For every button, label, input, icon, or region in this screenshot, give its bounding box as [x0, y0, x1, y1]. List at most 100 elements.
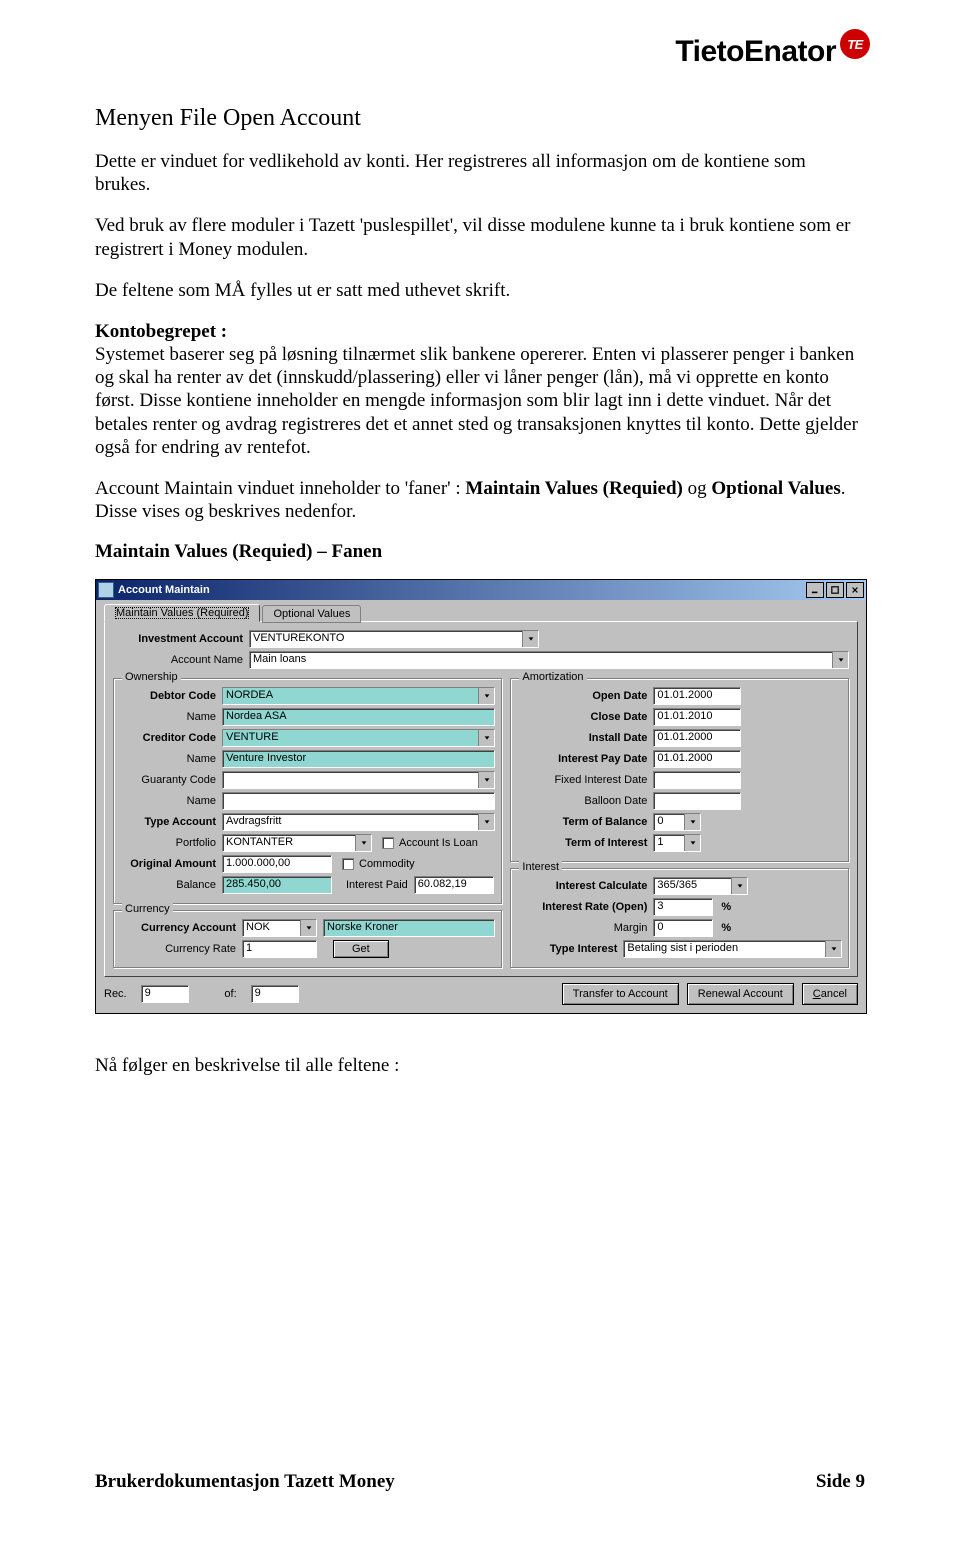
footer-right: Side 9: [816, 1471, 865, 1493]
currency-rate-input[interactable]: 1: [242, 940, 317, 958]
transfer-to-account-button[interactable]: Transfer to Account: [562, 983, 679, 1005]
label-open-date: Open Date: [517, 690, 653, 702]
currency-name-input[interactable]: Norske Kroner: [323, 919, 495, 937]
account-is-loan-checkbox[interactable]: [382, 837, 394, 849]
label-balloon-date: Balloon Date: [517, 795, 653, 807]
chevron-down-icon[interactable]: [355, 835, 371, 851]
tab-maintain-values[interactable]: Maintain Values (Required): [104, 604, 260, 622]
balloon-date-input[interactable]: [653, 792, 741, 810]
interest-pay-date-input[interactable]: 01.01.2000: [653, 750, 741, 768]
paragraph-faner: Account Maintain vinduet inneholder to '…: [95, 477, 865, 523]
interest-rate-open-input[interactable]: 3: [653, 898, 713, 916]
chevron-down-icon[interactable]: [522, 631, 538, 647]
rec-input[interactable]: 9: [141, 985, 189, 1003]
label-of: of:: [197, 988, 243, 1000]
chevron-down-icon[interactable]: [478, 814, 494, 830]
label-guaranty-name: Name: [120, 795, 222, 807]
chevron-down-icon[interactable]: [684, 835, 700, 851]
label-margin: Margin: [517, 922, 653, 934]
chevron-down-icon[interactable]: [684, 814, 700, 830]
paragraph-intro-3: De feltene som MÅ fylles ut er satt med …: [95, 279, 865, 302]
debtor-code-combo[interactable]: NORDEA: [222, 687, 495, 705]
maximize-button[interactable]: [826, 582, 844, 598]
creditor-code-combo[interactable]: VENTURE: [222, 729, 495, 747]
investment-account-combo[interactable]: VENTUREKONTO: [249, 630, 539, 648]
open-date-input[interactable]: 01.01.2000: [653, 687, 741, 705]
label-investment-account: Investment Account: [113, 633, 249, 645]
page-title: Menyen File Open Account: [95, 105, 865, 132]
brand-badge: TE: [840, 29, 870, 59]
renewal-account-button[interactable]: Renewal Account: [687, 983, 794, 1005]
chevron-down-icon[interactable]: [478, 730, 494, 746]
currency-account-combo[interactable]: NOK: [242, 919, 317, 937]
chevron-down-icon[interactable]: [832, 652, 848, 668]
tab-heading: Maintain Values (Requied) – Fanen: [95, 541, 865, 563]
kontobegrepet-heading: Kontobegrepet :: [95, 321, 227, 342]
brand-logo: TietoEnator TE: [675, 35, 870, 69]
group-interest-caption: Interest: [519, 861, 562, 873]
tab-panel: Investment Account VENTUREKONTO Account …: [104, 621, 858, 977]
label-creditor-name: Name: [120, 753, 222, 765]
paragraph-kontobegrepet: Kontobegrepet : Systemet baserer seg på …: [95, 320, 865, 459]
label-interest-paid: Interest Paid: [332, 879, 414, 891]
of-input[interactable]: 9: [251, 985, 299, 1003]
label-rec: Rec.: [104, 988, 133, 1000]
paragraph-after: Nå følger en beskrivelse til alle felten…: [95, 1054, 865, 1077]
close-date-input[interactable]: 01.01.2010: [653, 708, 741, 726]
type-interest-combo[interactable]: Betaling sist i perioden: [623, 940, 842, 958]
term-interest-combo[interactable]: 1: [653, 834, 701, 852]
interest-paid-input[interactable]: 60.082,19: [414, 876, 494, 894]
label-term-balance: Term of Balance: [517, 816, 653, 828]
tab-optional-values[interactable]: Optional Values: [262, 605, 361, 623]
chevron-down-icon[interactable]: [478, 772, 494, 788]
paragraph-intro-1: Dette er vinduet for vedlikehold av kont…: [95, 150, 865, 196]
label-term-interest: Term of Interest: [517, 837, 653, 849]
debtor-name-input[interactable]: Nordea ASA: [222, 708, 495, 726]
kontobegrepet-body: Systemet baserer seg på løsning tilnærme…: [95, 344, 858, 458]
window-titlebar[interactable]: Account Maintain: [96, 580, 866, 600]
window-title: Account Maintain: [118, 584, 210, 596]
label-original-amount: Original Amount: [120, 858, 222, 870]
label-portfolio: Portfolio: [120, 837, 222, 849]
group-amortization: Amortization Open Date01.01.2000 Close D…: [510, 678, 849, 862]
minimize-button[interactable]: [806, 582, 824, 598]
label-account-name: Account Name: [113, 654, 249, 666]
chevron-down-icon[interactable]: [825, 941, 841, 957]
close-button[interactable]: [846, 582, 864, 598]
account-name-combo[interactable]: Main loans: [249, 651, 849, 669]
label-currency-rate: Currency Rate: [120, 943, 242, 955]
guaranty-code-combo[interactable]: [222, 771, 495, 789]
label-guaranty-code: Guaranty Code: [120, 774, 222, 786]
portfolio-combo[interactable]: KONTANTER: [222, 834, 372, 852]
commodity-checkbox[interactable]: [342, 858, 354, 870]
label-install-date: Install Date: [517, 732, 653, 744]
chevron-down-icon[interactable]: [300, 920, 316, 936]
fixed-interest-date-input[interactable]: [653, 771, 741, 789]
paragraph-intro-2: Ved bruk av flere moduler i Tazett 'pusl…: [95, 214, 865, 260]
margin-input[interactable]: 0: [653, 919, 713, 937]
account-maintain-window: Account Maintain Maintain Values (Requir…: [95, 579, 867, 1014]
label-interest-pay-date: Interest Pay Date: [517, 753, 653, 765]
label-type-interest: Type Interest: [517, 943, 623, 955]
group-interest: Interest Interest Calculate 365/365 Inte…: [510, 868, 849, 968]
install-date-input[interactable]: 01.01.2000: [653, 729, 741, 747]
label-close-date: Close Date: [517, 711, 653, 723]
tabstrip: Maintain Values (Required) Optional Valu…: [104, 604, 858, 622]
term-balance-combo[interactable]: 0: [653, 813, 701, 831]
chevron-down-icon[interactable]: [478, 688, 494, 704]
page-footer: Brukerdokumentasjon Tazett Money Side 9: [95, 1471, 865, 1493]
get-button[interactable]: Get: [333, 940, 389, 958]
label-interest-calculate: Interest Calculate: [517, 880, 653, 892]
guaranty-name-input[interactable]: [222, 792, 495, 810]
group-ownership-caption: Ownership: [122, 671, 181, 683]
label-interest-rate-open: Interest Rate (Open): [517, 901, 653, 913]
cancel-button[interactable]: Cancel: [802, 983, 858, 1005]
label-creditor-code: Creditor Code: [120, 732, 222, 744]
original-amount-input[interactable]: 1.000.000,00: [222, 855, 332, 873]
footer-left: Brukerdokumentasjon Tazett Money: [95, 1471, 395, 1493]
type-account-combo[interactable]: Avdragsfritt: [222, 813, 495, 831]
creditor-name-input[interactable]: Venture Investor: [222, 750, 495, 768]
balance-input[interactable]: 285.450,00: [222, 876, 332, 894]
chevron-down-icon[interactable]: [731, 878, 747, 894]
interest-calculate-combo[interactable]: 365/365: [653, 877, 748, 895]
